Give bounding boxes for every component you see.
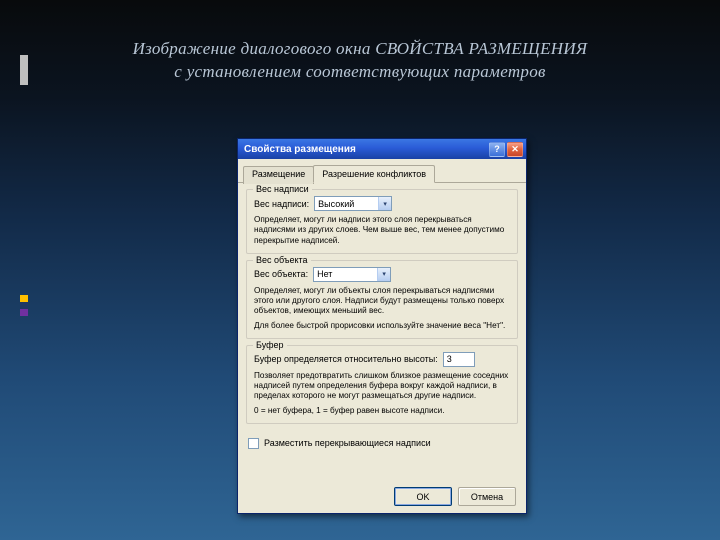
overlap-checkbox-label: Разместить перекрывающиеся надписи [264, 438, 431, 448]
tab-conflicts[interactable]: Разрешение конфликтов [313, 165, 435, 183]
object-weight-desc2: Для более быстрой прорисовки используйте… [254, 321, 510, 331]
close-button[interactable]: ✕ [507, 142, 523, 157]
group-buffer-legend: Буфер [253, 340, 287, 350]
object-weight-label: Вес объекта: [254, 269, 308, 279]
slide-title-line1: Изображение диалогового окна СВОЙСТВА РА… [0, 38, 720, 61]
group-object-weight: Вес объекта Вес объекта: Нет ▾ Определяе… [246, 260, 518, 339]
dialog-button-row: OK Отмена [394, 487, 516, 506]
dialog-title: Свойства размещения [244, 144, 356, 155]
close-icon: ✕ [511, 145, 519, 154]
tab-placement-label: Размещение [252, 169, 305, 179]
label-weight-combo[interactable]: Высокий ▾ [314, 196, 392, 211]
tab-placement[interactable]: Размещение [243, 166, 314, 184]
dialog-titlebar[interactable]: Свойства размещения ? ✕ [238, 139, 526, 159]
object-weight-value: Нет [317, 269, 332, 279]
label-weight-desc: Определяет, могут ли надписи этого слоя … [254, 215, 510, 246]
tab-panel: Вес надписи Вес надписи: Высокий ▾ Опред… [238, 183, 526, 436]
buffer-value: 3 [447, 354, 452, 364]
overlap-checkbox-row[interactable]: Разместить перекрывающиеся надписи [238, 436, 526, 451]
accent-strip [20, 295, 28, 316]
group-object-weight-legend: Вес объекта [253, 255, 311, 265]
slide-title-line2: с установлением соответствующих параметр… [0, 61, 720, 84]
ok-button-label: OK [416, 492, 429, 502]
object-weight-combo[interactable]: Нет ▾ [313, 267, 391, 282]
ok-button[interactable]: OK [394, 487, 452, 506]
help-button[interactable]: ? [489, 142, 505, 157]
buffer-input[interactable]: 3 [443, 352, 475, 367]
object-weight-desc1: Определяет, могут ли объекты слоя перекр… [254, 286, 510, 317]
group-label-weight-legend: Вес надписи [253, 184, 312, 194]
cancel-button-label: Отмена [471, 492, 503, 502]
buffer-label: Буфер определяется относительно высоты: [254, 354, 438, 364]
overlap-checkbox[interactable] [248, 438, 259, 449]
tab-conflicts-label: Разрешение конфликтов [322, 169, 426, 179]
chevron-down-icon: ▾ [378, 197, 391, 210]
buffer-desc1: Позволяет предотвратить слишком близкое … [254, 371, 510, 402]
buffer-desc2: 0 = нет буфера, 1 = буфер равен высоте н… [254, 406, 510, 416]
group-buffer: Буфер Буфер определяется относительно вы… [246, 345, 518, 424]
group-label-weight: Вес надписи Вес надписи: Высокий ▾ Опред… [246, 189, 518, 254]
help-icon: ? [494, 145, 500, 154]
slide-title: Изображение диалогового окна СВОЙСТВА РА… [0, 38, 720, 84]
label-weight-label: Вес надписи: [254, 199, 309, 209]
dialog-placement-properties: Свойства размещения ? ✕ Размещение Разре… [237, 138, 527, 514]
label-weight-value: Высокий [318, 199, 354, 209]
tab-row: Размещение Разрешение конфликтов [238, 159, 526, 183]
chevron-down-icon: ▾ [377, 268, 390, 281]
cancel-button[interactable]: Отмена [458, 487, 516, 506]
